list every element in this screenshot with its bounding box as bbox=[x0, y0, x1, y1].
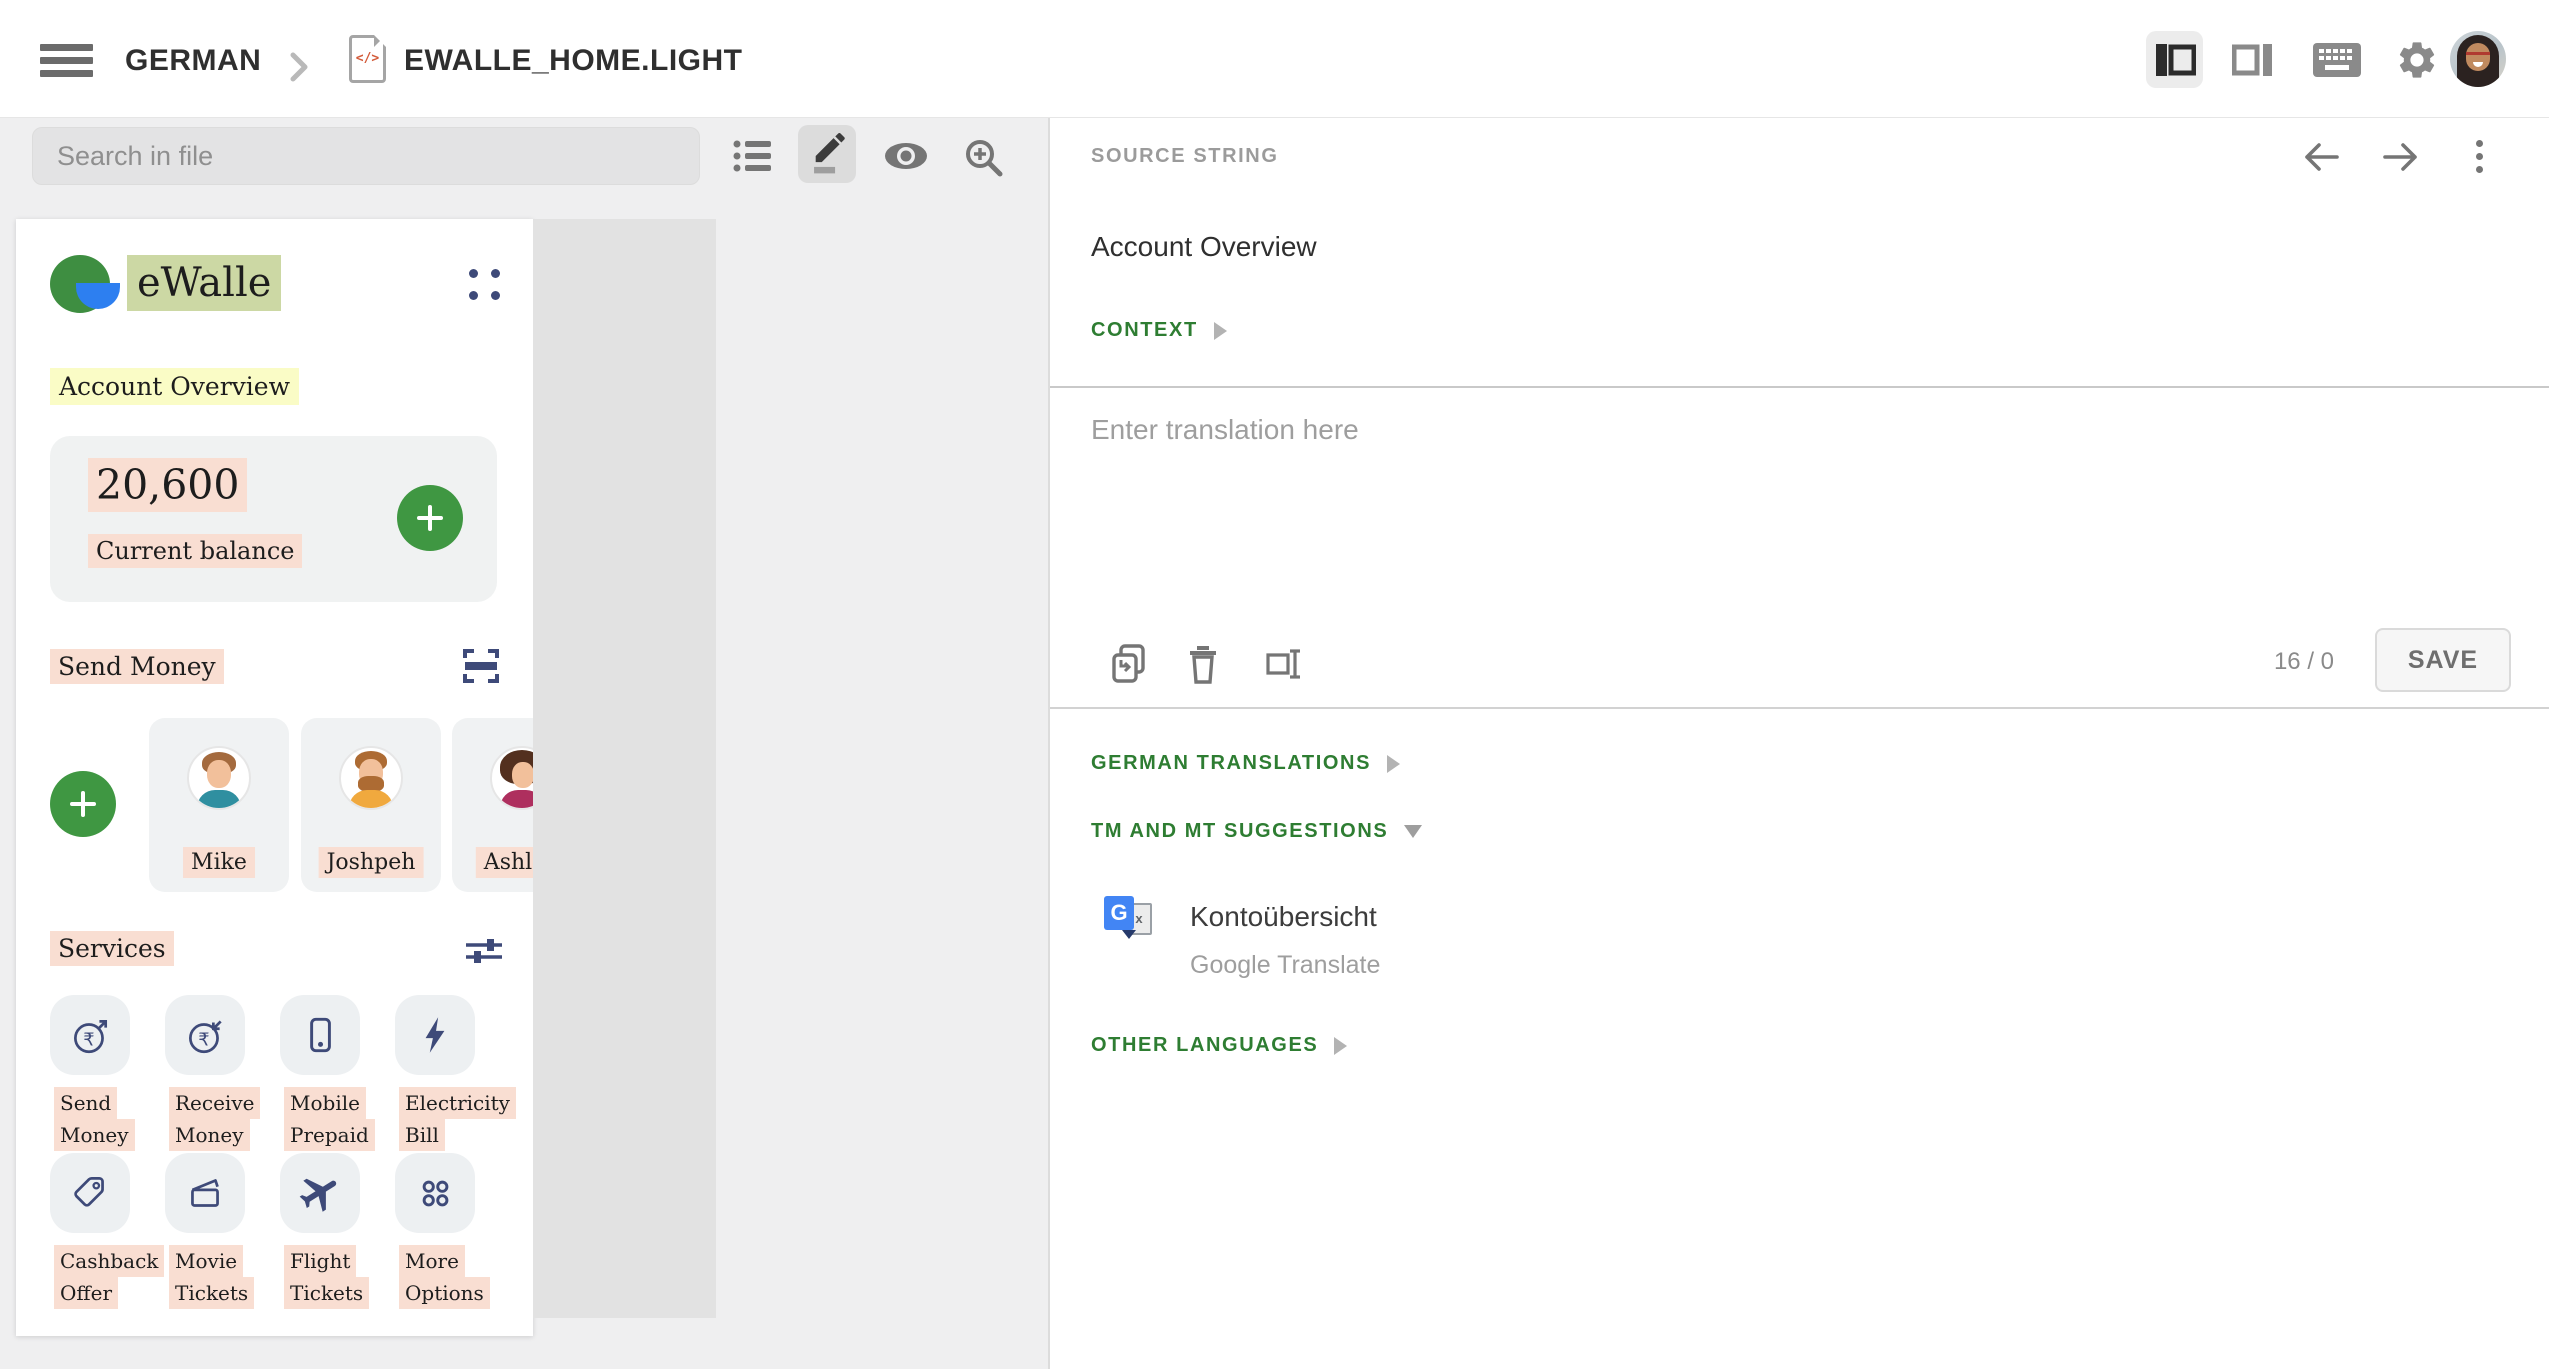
contact-name-string[interactable]: Joshpeh bbox=[319, 847, 424, 878]
arrow-left-icon[interactable] bbox=[2302, 138, 2342, 181]
translation-editor-app: GERMAN </> EWALLE_HOME.LIGHT bbox=[0, 0, 2549, 1369]
context-label: CONTEXT bbox=[1091, 319, 1198, 342]
service-label[interactable]: MoreOptions bbox=[399, 1245, 490, 1309]
svg-text:₹: ₹ bbox=[83, 1030, 94, 1050]
user-avatar[interactable] bbox=[2450, 31, 2506, 87]
more-options-service-icon[interactable] bbox=[395, 1153, 475, 1233]
text-width-icon[interactable] bbox=[1262, 643, 1306, 690]
service-label[interactable]: MobilePrepaid bbox=[284, 1087, 375, 1151]
account-overview-string[interactable]: Account Overview bbox=[50, 368, 299, 405]
kebab-menu-icon[interactable] bbox=[2472, 140, 2486, 179]
service-electricity-bill: ElectricityBill bbox=[395, 995, 475, 1075]
divider bbox=[1050, 386, 2549, 388]
code-file-icon: </> bbox=[349, 35, 386, 83]
service-label[interactable]: SendMoney bbox=[54, 1087, 135, 1151]
contact-name-string[interactable]: Mike bbox=[183, 847, 255, 878]
scan-icon[interactable] bbox=[463, 647, 499, 689]
service-label[interactable]: ElectricityBill bbox=[399, 1087, 516, 1151]
balance-card: 20,600 Current balance bbox=[50, 436, 497, 602]
filters-icon[interactable] bbox=[465, 937, 503, 969]
top-bar: GERMAN </> EWALLE_HOME.LIGHT bbox=[0, 0, 2549, 118]
chevron-down-icon bbox=[1404, 825, 1422, 838]
suggestion-provider: Google Translate bbox=[1190, 951, 1380, 980]
electricity-bill-service-icon[interactable] bbox=[395, 995, 475, 1075]
contact-avatar bbox=[339, 746, 403, 810]
preview-eye-icon[interactable] bbox=[882, 136, 930, 181]
movie-tickets-service-icon[interactable] bbox=[165, 1153, 245, 1233]
service-mobile-prepaid: MobilePrepaid bbox=[280, 995, 360, 1075]
service-send-money: ₹ SendMoney bbox=[50, 995, 130, 1075]
balance-label-string[interactable]: Current balance bbox=[88, 534, 302, 568]
preview-canvas-margin bbox=[533, 219, 716, 1318]
mobile-prepaid-service-icon[interactable] bbox=[280, 995, 360, 1075]
contact-avatar bbox=[187, 746, 251, 810]
tm-mt-suggestions-toggle[interactable]: TM AND MT SUGGESTIONS bbox=[1091, 820, 1422, 843]
balance-value-string[interactable]: 20,600 bbox=[88, 458, 247, 512]
delete-icon[interactable] bbox=[1186, 643, 1220, 690]
layout-right-panel-icon[interactable] bbox=[2224, 31, 2281, 88]
receive-money-service-icon[interactable]: ₹ bbox=[165, 995, 245, 1075]
source-string-label: SOURCE STRING bbox=[1091, 145, 1278, 168]
editor-panel: SOURCE STRING Account Overview CONTEXT 1… bbox=[1048, 118, 2549, 1369]
contact-card: Joshpeh bbox=[301, 718, 441, 892]
flight-tickets-service-icon[interactable] bbox=[280, 1153, 360, 1233]
add-contact-button[interactable] bbox=[50, 771, 116, 837]
design-preview: eWalle Account Overview 20,600 Current b… bbox=[16, 219, 533, 1336]
service-cashback-offer: CashbackOffer bbox=[50, 1153, 130, 1233]
divider bbox=[1050, 707, 2549, 709]
layout-left-panel-icon[interactable] bbox=[2146, 31, 2203, 88]
context-section-toggle[interactable]: CONTEXT bbox=[1091, 319, 1227, 342]
breadcrumb-file-name[interactable]: EWALLE_HOME.LIGHT bbox=[404, 44, 743, 78]
char-counter: 16 / 0 bbox=[2274, 648, 2334, 676]
grid-dots-icon[interactable] bbox=[469, 269, 501, 301]
chevron-right-icon bbox=[1334, 1037, 1347, 1055]
add-balance-button[interactable] bbox=[397, 485, 463, 551]
service-receive-money: ₹ ReceiveMoney bbox=[165, 995, 245, 1075]
breadcrumb-language[interactable]: GERMAN bbox=[125, 44, 261, 78]
keyboard-icon[interactable] bbox=[2308, 31, 2365, 88]
menu-icon[interactable] bbox=[40, 44, 93, 77]
service-label[interactable]: ReceiveMoney bbox=[169, 1087, 260, 1151]
google-translate-icon[interactable]: x G bbox=[1104, 896, 1152, 940]
other-languages-toggle[interactable]: OTHER LANGUAGES bbox=[1091, 1034, 1347, 1057]
german-translations-toggle[interactable]: GERMAN TRANSLATIONS bbox=[1091, 752, 1400, 775]
service-movie-tickets: MovieTickets bbox=[165, 1153, 245, 1233]
service-label[interactable]: MovieTickets bbox=[169, 1245, 254, 1309]
source-text: Account Overview bbox=[1091, 231, 1317, 263]
edit-pencil-icon[interactable] bbox=[798, 125, 856, 183]
list-view-icon[interactable] bbox=[732, 136, 772, 181]
tm-mt-suggestions-label: TM AND MT SUGGESTIONS bbox=[1091, 820, 1388, 843]
send-money-string[interactable]: Send Money bbox=[50, 649, 224, 684]
contact-name-string[interactable]: Ashl bbox=[476, 847, 533, 878]
settings-gear-icon[interactable] bbox=[2388, 31, 2445, 88]
service-label[interactable]: FlightTickets bbox=[284, 1245, 369, 1309]
service-more-options: MoreOptions bbox=[395, 1153, 475, 1233]
german-translations-label: GERMAN TRANSLATIONS bbox=[1091, 752, 1371, 775]
chevron-right-icon bbox=[1387, 755, 1400, 773]
preview-panel: eWalle Account Overview 20,600 Current b… bbox=[0, 118, 1048, 1369]
svg-text:₹: ₹ bbox=[198, 1030, 209, 1050]
chevron-right-icon bbox=[1214, 322, 1227, 340]
cashback-offer-service-icon[interactable] bbox=[50, 1153, 130, 1233]
zoom-in-icon[interactable] bbox=[962, 136, 1004, 183]
arrow-right-icon[interactable] bbox=[2380, 138, 2420, 181]
contact-avatar bbox=[490, 746, 533, 810]
contact-card: Mike bbox=[149, 718, 289, 892]
other-languages-label: OTHER LANGUAGES bbox=[1091, 1034, 1318, 1057]
translation-input[interactable] bbox=[1091, 414, 2511, 624]
suggestion-text[interactable]: Kontoübersicht bbox=[1190, 901, 1377, 933]
chevron-right-icon bbox=[287, 47, 311, 92]
service-flight-tickets: FlightTickets bbox=[280, 1153, 360, 1233]
copy-source-icon[interactable] bbox=[1109, 643, 1149, 690]
service-label[interactable]: CashbackOffer bbox=[54, 1245, 164, 1309]
app-brand-text[interactable]: eWalle bbox=[127, 255, 281, 311]
services-string[interactable]: Services bbox=[50, 931, 174, 966]
save-button[interactable]: SAVE bbox=[2375, 628, 2511, 692]
search-input[interactable] bbox=[32, 127, 700, 185]
send-money-service-icon[interactable]: ₹ bbox=[50, 995, 130, 1075]
contact-card: Ashl bbox=[452, 718, 533, 892]
